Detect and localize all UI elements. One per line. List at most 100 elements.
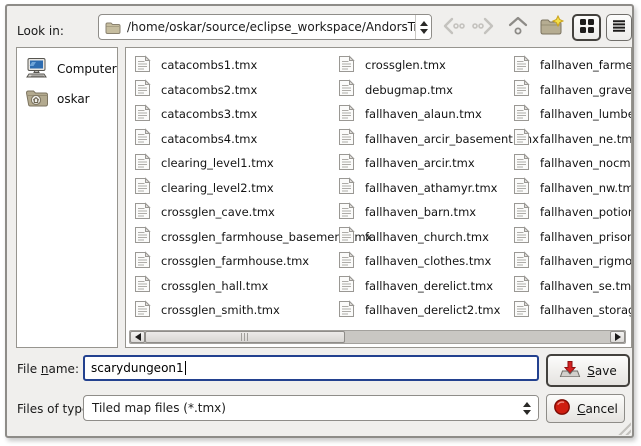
scroll-right-arrow[interactable]	[610, 331, 625, 343]
file-item[interactable]: fallhaven_nocma	[513, 151, 632, 176]
home-folder-icon	[25, 88, 49, 111]
file-icon	[513, 202, 530, 223]
file-item[interactable]: debugmap.tmx	[338, 78, 539, 103]
file-item[interactable]: crossglen.tmx	[338, 53, 539, 78]
file-item[interactable]: fallhaven_nw.tmx	[513, 176, 632, 201]
file-icon	[338, 226, 355, 247]
thumb-grip-icon	[241, 333, 249, 341]
file-item-label: fallhaven_rigmor	[540, 254, 632, 268]
file-item[interactable]: catacombs3.tmx	[134, 102, 372, 127]
file-item[interactable]: catacombs2.tmx	[134, 78, 372, 103]
scroll-left-arrow[interactable]	[130, 331, 145, 343]
file-icon	[513, 128, 530, 149]
file-item-label: fallhaven_derelict2.tmx	[365, 303, 500, 317]
file-item[interactable]: fallhaven_farmer	[513, 53, 632, 78]
file-item-label: fallhaven_derelict.tmx	[365, 279, 493, 293]
text-caret	[185, 361, 186, 375]
file-item[interactable]: fallhaven_church.tmx	[338, 225, 539, 250]
sidebar-item-computer[interactable]: Computer	[21, 54, 113, 84]
new-folder-button[interactable]	[537, 14, 566, 41]
computer-icon	[25, 57, 49, 82]
file-name-input[interactable]: scarydungeon1	[83, 355, 539, 381]
files-of-type-combo[interactable]: Tiled map files (*.tmx)	[83, 395, 539, 421]
file-item[interactable]: fallhaven_prison	[513, 225, 632, 250]
file-item[interactable]: fallhaven_barn.tmx	[338, 200, 539, 225]
file-item[interactable]: crossglen_farmhouse_basement.tmx	[134, 225, 372, 250]
file-icon	[338, 300, 355, 321]
file-icon	[338, 177, 355, 198]
file-item[interactable]: fallhaven_se.tmx	[513, 274, 632, 299]
file-icon	[134, 202, 151, 223]
file-item[interactable]: fallhaven_arcir.tmx	[338, 151, 539, 176]
file-item[interactable]: crossglen_smith.tmx	[134, 298, 372, 323]
file-item-label: fallhaven_potion	[540, 205, 632, 219]
file-item-label: clearing_level1.tmx	[161, 156, 274, 170]
file-item-label: crossglen_farmhouse.tmx	[161, 254, 309, 268]
file-icon	[134, 55, 151, 76]
file-item-label: fallhaven_farmer	[540, 58, 632, 72]
grid-view-button[interactable]	[572, 14, 601, 41]
file-item-label: fallhaven_nw.tmx	[540, 181, 632, 195]
forward-icon	[471, 16, 496, 40]
file-item[interactable]: fallhaven_derelict2.tmx	[338, 298, 539, 323]
file-item-label: catacombs1.tmx	[161, 58, 257, 72]
scrollbar-track[interactable]	[345, 331, 610, 343]
file-item[interactable]: fallhaven_lumber	[513, 102, 632, 127]
file-item-label: fallhaven_church.tmx	[365, 230, 489, 244]
file-item[interactable]: crossglen_farmhouse.tmx	[134, 249, 372, 274]
file-icon	[513, 275, 530, 296]
look-in-combo[interactable]: /home/oskar/source/eclipse_workspace/And…	[98, 14, 432, 40]
file-item-label: clearing_level2.tmx	[161, 181, 274, 195]
file-column-3: fallhaven_farmer fallhaven_graved fallha…	[513, 53, 632, 323]
save-button[interactable]: Save	[546, 354, 630, 387]
file-icon	[134, 177, 151, 198]
list-view-button[interactable]	[606, 14, 632, 41]
file-list-panel[interactable]: catacombs1.tmx catacombs2.tmx catacombs3…	[125, 47, 632, 348]
file-column-2: crossglen.tmx debugmap.tmx fallhaven_ala…	[338, 53, 539, 323]
file-icon	[338, 202, 355, 223]
file-item[interactable]: fallhaven_graved	[513, 78, 632, 103]
file-name-value: scarydungeon1	[91, 361, 184, 375]
file-item[interactable]: catacombs4.tmx	[134, 127, 372, 152]
forward-button[interactable]	[470, 14, 497, 41]
file-item[interactable]: crossglen_hall.tmx	[134, 274, 372, 299]
file-item[interactable]: fallhaven_rigmor	[513, 249, 632, 274]
file-item-label: debugmap.tmx	[365, 83, 453, 97]
file-item[interactable]: fallhaven_athamyr.tmx	[338, 176, 539, 201]
sidebar-item-oskar[interactable]: oskar	[21, 84, 113, 114]
file-icon	[513, 79, 530, 100]
back-button[interactable]	[440, 14, 467, 41]
file-item[interactable]: fallhaven_potion	[513, 200, 632, 225]
file-item[interactable]: clearing_level1.tmx	[134, 151, 372, 176]
save-button-label: Save	[587, 364, 616, 378]
combo-spinner-icon	[516, 396, 538, 420]
file-item[interactable]: fallhaven_storag	[513, 298, 632, 323]
file-icon	[338, 251, 355, 272]
file-item[interactable]: fallhaven_ne.tmx	[513, 127, 632, 152]
file-item-label: fallhaven_lumber	[540, 107, 632, 121]
file-icon	[513, 300, 530, 321]
file-icon	[513, 104, 530, 125]
file-item[interactable]: fallhaven_alaun.tmx	[338, 102, 539, 127]
look-in-label: Look in:	[17, 24, 64, 38]
file-item[interactable]: fallhaven_derelict.tmx	[338, 274, 539, 299]
file-icon	[513, 177, 530, 198]
cancel-button[interactable]: Cancel	[546, 394, 625, 423]
file-item[interactable]: fallhaven_arcir_basement.tmx	[338, 127, 539, 152]
file-item[interactable]: catacombs1.tmx	[134, 53, 372, 78]
cancel-icon	[553, 398, 571, 419]
look-in-path: /home/oskar/source/eclipse_workspace/And…	[121, 20, 415, 34]
file-icon	[134, 300, 151, 321]
file-icon	[134, 251, 151, 272]
file-item-label: fallhaven_nocma	[540, 156, 632, 170]
files-of-type-value: Tiled map files (*.tmx)	[84, 401, 226, 415]
horizontal-scrollbar[interactable]	[129, 330, 626, 344]
file-item-label: fallhaven_athamyr.tmx	[365, 181, 498, 195]
up-folder-button[interactable]	[504, 14, 531, 41]
file-item[interactable]: fallhaven_clothes.tmx	[338, 249, 539, 274]
file-column-1: catacombs1.tmx catacombs2.tmx catacombs3…	[134, 53, 372, 323]
file-item[interactable]: clearing_level2.tmx	[134, 176, 372, 201]
new-folder-icon	[539, 15, 565, 41]
scrollbar-thumb[interactable]	[145, 331, 345, 343]
file-item[interactable]: crossglen_cave.tmx	[134, 200, 372, 225]
